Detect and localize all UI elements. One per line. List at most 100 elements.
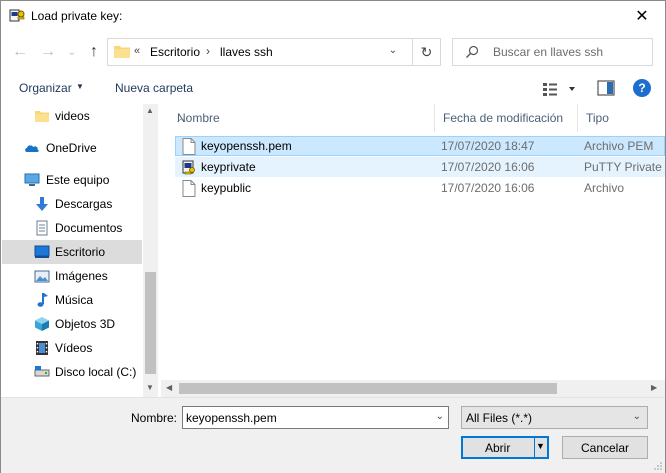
- file-row[interactable]: keyprivate 17/07/2020 16:06 PuTTY Privat…: [175, 157, 666, 177]
- file-type: Archivo PEM: [584, 139, 654, 153]
- view-options-icon[interactable]: [541, 80, 581, 98]
- breadcrumb-escritorio[interactable]: Escritorio: [150, 45, 200, 59]
- split-divider: [534, 437, 535, 458]
- help-icon: ?: [638, 81, 646, 95]
- file-list: Nombre ︿ Fecha de modificación Tipo keyo…: [161, 104, 666, 397]
- column-header-type[interactable]: Tipo: [578, 104, 665, 132]
- sidebar-item-this-pc[interactable]: Este equipo: [2, 168, 142, 192]
- file-modified: 17/07/2020 16:06: [441, 160, 535, 174]
- open-file-dialog: Load private key: ✕ ← → ⌄ ↑ « Escritorio…: [0, 0, 666, 473]
- arrow-right-icon: →: [40, 43, 56, 60]
- address-dropdown-button[interactable]: ⌄: [384, 45, 402, 61]
- search-input[interactable]: Buscar en llaves ssh: [493, 45, 603, 59]
- music-icon: [37, 293, 48, 307]
- breadcrumb-overflow[interactable]: «: [134, 45, 140, 57]
- chevron-down-icon: ⌄: [67, 46, 77, 58]
- sidebar-item-documents[interactable]: Documentos: [2, 216, 142, 240]
- sidebar-item-label: OneDrive: [46, 141, 97, 155]
- scroll-right-icon[interactable]: ▶: [651, 383, 657, 392]
- cancel-button[interactable]: Cancelar: [562, 436, 648, 459]
- file-type-filter[interactable]: All Files (*.*) ⌄: [461, 406, 648, 429]
- scroll-down-icon[interactable]: ▼: [146, 383, 154, 392]
- title-bar: Load private key: ✕: [1, 1, 665, 31]
- file-name-input[interactable]: [186, 410, 426, 426]
- scrollbar-thumb[interactable]: [179, 383, 557, 394]
- file-modified: 17/07/2020 18:47: [441, 139, 535, 153]
- sidebar-item-label: Vídeos: [55, 341, 93, 355]
- sidebar-item-label: videos: [55, 109, 90, 123]
- scroll-up-icon[interactable]: ▲: [146, 106, 154, 115]
- file-type: PuTTY Private Key File: [584, 160, 666, 174]
- folder-icon: [114, 46, 130, 58]
- search-icon: [466, 45, 479, 58]
- download-icon: [36, 197, 48, 211]
- organize-menu[interactable]: Organizar: [19, 81, 72, 95]
- navigation-scrollbar[interactable]: ▲ ▼: [143, 104, 158, 397]
- resize-grip-icon[interactable]: [653, 461, 663, 471]
- cloud-icon: [25, 145, 39, 152]
- drive-icon: [34, 366, 50, 377]
- sidebar-item-downloads[interactable]: Descargas: [2, 192, 142, 216]
- window-title: Load private key:: [31, 9, 123, 23]
- back-button[interactable]: ←: [9, 41, 31, 63]
- close-icon: ✕: [635, 8, 649, 25]
- refresh-button[interactable]: ↻: [412, 39, 440, 65]
- search-box[interactable]: Buscar en llaves ssh: [452, 38, 653, 66]
- file-icon: [182, 180, 196, 197]
- chevron-right-icon[interactable]: ›: [206, 44, 210, 58]
- horizontal-scrollbar[interactable]: ◀ ▶: [161, 380, 665, 397]
- sidebar-item-videos[interactable]: videos: [2, 104, 142, 128]
- refresh-icon: ↻: [420, 43, 433, 60]
- close-button[interactable]: ✕: [619, 1, 665, 31]
- help-button[interactable]: ?: [633, 79, 651, 97]
- pictures-icon: [34, 270, 50, 283]
- chevron-down-icon[interactable]: ⌄: [436, 411, 444, 422]
- file-row[interactable]: keyopenssh.pem 17/07/2020 18:47 Archivo …: [175, 136, 665, 156]
- column-header-label: Fecha de modificación: [443, 111, 564, 125]
- putty-key-icon: [182, 160, 195, 175]
- new-folder-button[interactable]: Nueva carpeta: [115, 81, 193, 95]
- address-bar[interactable]: « Escritorio › llaves ssh ⌄ ↻: [107, 38, 441, 66]
- caret-down-icon[interactable]: ▼: [76, 82, 84, 91]
- putty-key-icon: [9, 9, 25, 22]
- sidebar-item-music[interactable]: Música: [2, 288, 142, 312]
- forward-button[interactable]: →: [37, 41, 59, 63]
- recent-locations-button[interactable]: ⌄: [61, 41, 83, 63]
- open-button-label: Abrir: [485, 441, 511, 455]
- sidebar-item-label: Disco local (C:): [55, 365, 137, 379]
- sidebar-item-pictures[interactable]: Imágenes: [2, 264, 142, 288]
- film-icon: [36, 341, 48, 355]
- file-type-filter-value: All Files (*.*): [466, 411, 533, 425]
- file-modified: 17/07/2020 16:06: [441, 181, 535, 195]
- sidebar-item-onedrive[interactable]: OneDrive: [2, 136, 142, 160]
- arrow-left-icon: ←: [12, 43, 28, 60]
- sidebar-item-desktop[interactable]: Escritorio: [2, 240, 142, 264]
- arrow-up-icon: ↑: [90, 43, 98, 60]
- file-icon: [182, 138, 196, 155]
- up-button[interactable]: ↑: [83, 41, 105, 63]
- sidebar-item-label: Este equipo: [46, 173, 110, 187]
- sidebar-item-label: Música: [55, 293, 94, 307]
- sidebar-item-label: Descargas: [55, 197, 113, 211]
- document-icon: [36, 220, 48, 236]
- file-name-combo[interactable]: ⌄: [182, 406, 449, 429]
- breadcrumb-llaves-ssh[interactable]: llaves ssh: [220, 45, 273, 59]
- sidebar-item-local-disk[interactable]: Disco local (C:): [2, 360, 142, 384]
- sidebar-item-3d-objects[interactable]: Objetos 3D: [2, 312, 142, 336]
- folder-icon: [35, 111, 49, 122]
- column-header-modified[interactable]: Fecha de modificación: [435, 104, 578, 132]
- computer-icon: [24, 173, 40, 186]
- column-header-name[interactable]: Nombre ︿: [169, 104, 435, 132]
- open-button[interactable]: Abrir ▼: [461, 436, 549, 459]
- sidebar-item-label: Documentos: [55, 221, 123, 235]
- file-name: keypublic: [201, 181, 252, 195]
- file-type: Archivo: [584, 181, 625, 195]
- scroll-left-icon[interactable]: ◀: [166, 383, 172, 392]
- preview-pane-icon[interactable]: [597, 80, 615, 96]
- file-row[interactable]: keypublic 17/07/2020 16:06 Archivo: [175, 178, 665, 198]
- sidebar-item-videos-library[interactable]: Vídeos: [2, 336, 142, 360]
- navigation-bar: ← → ⌄ ↑ « Escritorio › llaves ssh ⌄ ↻ Bu…: [1, 31, 665, 73]
- dialog-footer: Nombre: ⌄ All Files (*.*) ⌄ Abrir ▼ Canc…: [1, 397, 665, 473]
- scrollbar-thumb[interactable]: [145, 272, 156, 374]
- open-options-dropdown[interactable]: ▼: [536, 441, 545, 451]
